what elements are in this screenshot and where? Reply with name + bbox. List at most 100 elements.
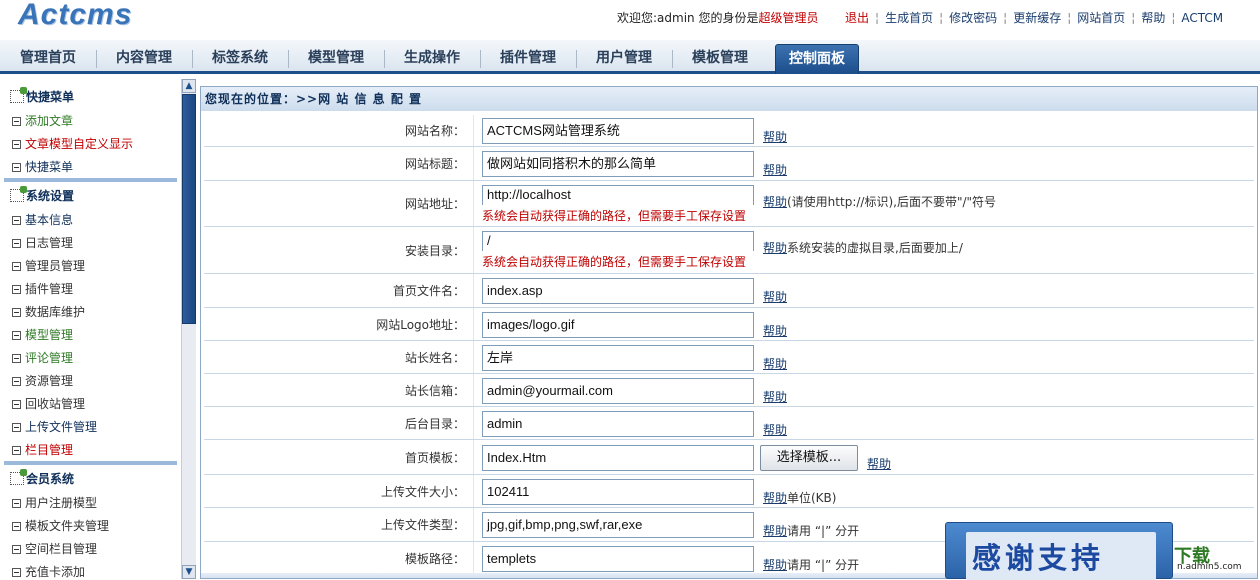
sidebar-item[interactable]: 插件管理: [12, 279, 73, 299]
nav-separator: [672, 50, 673, 68]
sidebar-item[interactable]: 基本信息: [12, 210, 73, 230]
sidebar-divider: [4, 178, 177, 182]
field-label: 首页模板：: [204, 440, 474, 474]
sidebar-item[interactable]: 添加文章: [12, 111, 73, 131]
sidebar-item[interactable]: 回收站管理: [12, 394, 85, 414]
select-template-button[interactable]: 选择模板...: [760, 445, 858, 471]
help-link[interactable]: 帮助: [763, 322, 787, 339]
field-input[interactable]: http://localhost: [482, 185, 754, 205]
help-link[interactable]: 帮助: [763, 489, 787, 506]
collapse-box-icon: [12, 308, 21, 317]
field-label: 安装目录：: [204, 227, 474, 273]
top-link-2[interactable]: 修改密码: [949, 11, 997, 25]
nav-tab-7[interactable]: 模板管理: [680, 44, 760, 74]
form-row: 网站标题： 做网站如同搭积木的那么简单 帮助: [204, 147, 1254, 181]
sidebar-group-title: 系统设置: [26, 189, 75, 203]
field-input[interactable]: 做网站如同搭积木的那么简单: [482, 151, 754, 177]
field-input[interactable]: templets: [482, 546, 754, 572]
field-input[interactable]: images/logo.gif: [482, 312, 754, 338]
nav-tab-1[interactable]: 内容管理: [104, 44, 184, 74]
sidebar-item-label: 插件管理: [25, 282, 74, 296]
sidebar-item[interactable]: 模板文件夹管理: [12, 516, 109, 536]
sidebar-item[interactable]: 空间栏目管理: [12, 539, 97, 559]
help-link[interactable]: 帮助: [763, 288, 787, 305]
scroll-thumb[interactable]: [182, 94, 196, 324]
collapse-box-icon: [12, 163, 21, 172]
nav-tab-4[interactable]: 生成操作: [392, 44, 472, 74]
sidebar-item[interactable]: 数据库维护: [12, 302, 85, 322]
sidebar-item[interactable]: 文章模型自定义显示: [12, 134, 133, 154]
top-link-3[interactable]: 更新缓存: [1013, 11, 1061, 25]
collapse-box-icon: [12, 354, 21, 363]
sidebar-item[interactable]: 日志管理: [12, 233, 73, 253]
field-hint: 请用 “|” 分开: [787, 558, 860, 572]
actcms-logo: Actcms: [18, 0, 133, 31]
collapse-box-icon: [12, 400, 21, 409]
nav-tab-5[interactable]: 插件管理: [488, 44, 568, 74]
help-link[interactable]: 帮助: [763, 421, 787, 438]
field-input[interactable]: 左岸: [482, 345, 754, 371]
sidebar-item[interactable]: 用户注册模型: [12, 493, 97, 513]
sidebar-item[interactable]: 充值卡添加: [12, 562, 85, 579]
field-input[interactable]: jpg,gif,bmp,png,swf,rar,exe: [482, 512, 754, 538]
field-input[interactable]: Index.Htm: [482, 445, 754, 471]
sidebar-item[interactable]: 模型管理: [12, 325, 73, 345]
form-row: 站长信箱： admin@yourmail.com 帮助: [204, 374, 1254, 407]
field-input[interactable]: /: [482, 231, 754, 251]
sidebar-item[interactable]: 评论管理: [12, 348, 73, 368]
sidebar-item[interactable]: 管理员管理: [12, 256, 85, 276]
field-input[interactable]: index.asp: [482, 278, 754, 304]
field-label: 网站名称：: [204, 115, 474, 146]
sidebar-item[interactable]: 资源管理: [12, 371, 73, 391]
collapse-box-icon: [12, 285, 21, 294]
help-link[interactable]: 帮助: [763, 193, 787, 210]
sidebar: 快捷菜单 添加文章 文章模型自定义显示 快捷菜单 系统设置 基本信息 日志管理 管理员管理 插件…: [0, 77, 180, 579]
help-link[interactable]: 帮助: [763, 388, 787, 405]
top-link-4[interactable]: 网站首页: [1077, 11, 1125, 25]
top-link-0[interactable]: 退出: [845, 11, 869, 25]
top-link-1[interactable]: 生成首页: [885, 11, 933, 25]
nav-tab-8[interactable]: 控制面板: [775, 44, 859, 74]
collapse-box-icon: [12, 522, 21, 531]
scroll-down-icon[interactable]: ▼: [182, 565, 196, 579]
link-separator: ¦: [1131, 11, 1136, 25]
nav-tab-2[interactable]: 标签系统: [200, 44, 280, 74]
field-label: 站长信箱：: [204, 374, 474, 406]
sidebar-group-2[interactable]: 会员系统: [10, 469, 74, 489]
field-hint: 单位(KB): [787, 491, 837, 505]
sidebar-scrollbar[interactable]: ▲ ▼: [181, 79, 196, 579]
help-link[interactable]: 帮助: [763, 522, 787, 539]
field-input[interactable]: admin: [482, 411, 754, 437]
collapse-box-icon: [12, 545, 21, 554]
help-link[interactable]: 帮助: [763, 239, 787, 256]
field-label: 站长姓名：: [204, 341, 474, 373]
sidebar-item-label: 基本信息: [25, 213, 74, 227]
sidebar-item[interactable]: 上传文件管理: [12, 417, 97, 437]
field-input[interactable]: 102411: [482, 479, 754, 505]
sidebar-item-label: 管理员管理: [25, 259, 86, 273]
sidebar-group-1[interactable]: 系统设置: [10, 186, 74, 206]
link-separator: ¦: [1067, 11, 1072, 25]
field-label: 后台目录：: [204, 407, 474, 439]
help-link[interactable]: 帮助: [763, 556, 787, 573]
role-badge: 超级管理员: [758, 11, 819, 25]
sidebar-item[interactable]: 快捷菜单: [12, 157, 73, 177]
top-link-6[interactable]: ACTCM: [1181, 11, 1223, 25]
help-link[interactable]: 帮助: [763, 355, 787, 372]
sidebar-item-label: 上传文件管理: [25, 420, 98, 434]
help-link[interactable]: 帮助: [763, 161, 787, 178]
top-link-5[interactable]: 帮助: [1141, 11, 1165, 25]
sidebar-item[interactable]: 栏目管理: [12, 440, 73, 460]
field-input[interactable]: admin@yourmail.com: [482, 378, 754, 404]
collapse-box-icon: [12, 423, 21, 432]
nav-tab-3[interactable]: 模型管理: [296, 44, 376, 74]
help-link[interactable]: 帮助: [867, 455, 891, 472]
sidebar-group-0[interactable]: 快捷菜单: [10, 87, 74, 107]
nav-tab-0[interactable]: 管理首页: [8, 44, 88, 74]
field-input[interactable]: ACTCMS网站管理系统: [482, 118, 754, 144]
link-separator: ¦: [939, 11, 944, 25]
help-link[interactable]: 帮助: [763, 128, 787, 145]
scroll-up-icon[interactable]: ▲: [182, 79, 196, 93]
nav-tab-6[interactable]: 用户管理: [584, 44, 664, 74]
field-hint: 系统安装的虚拟目录,后面要加上/: [787, 241, 963, 255]
